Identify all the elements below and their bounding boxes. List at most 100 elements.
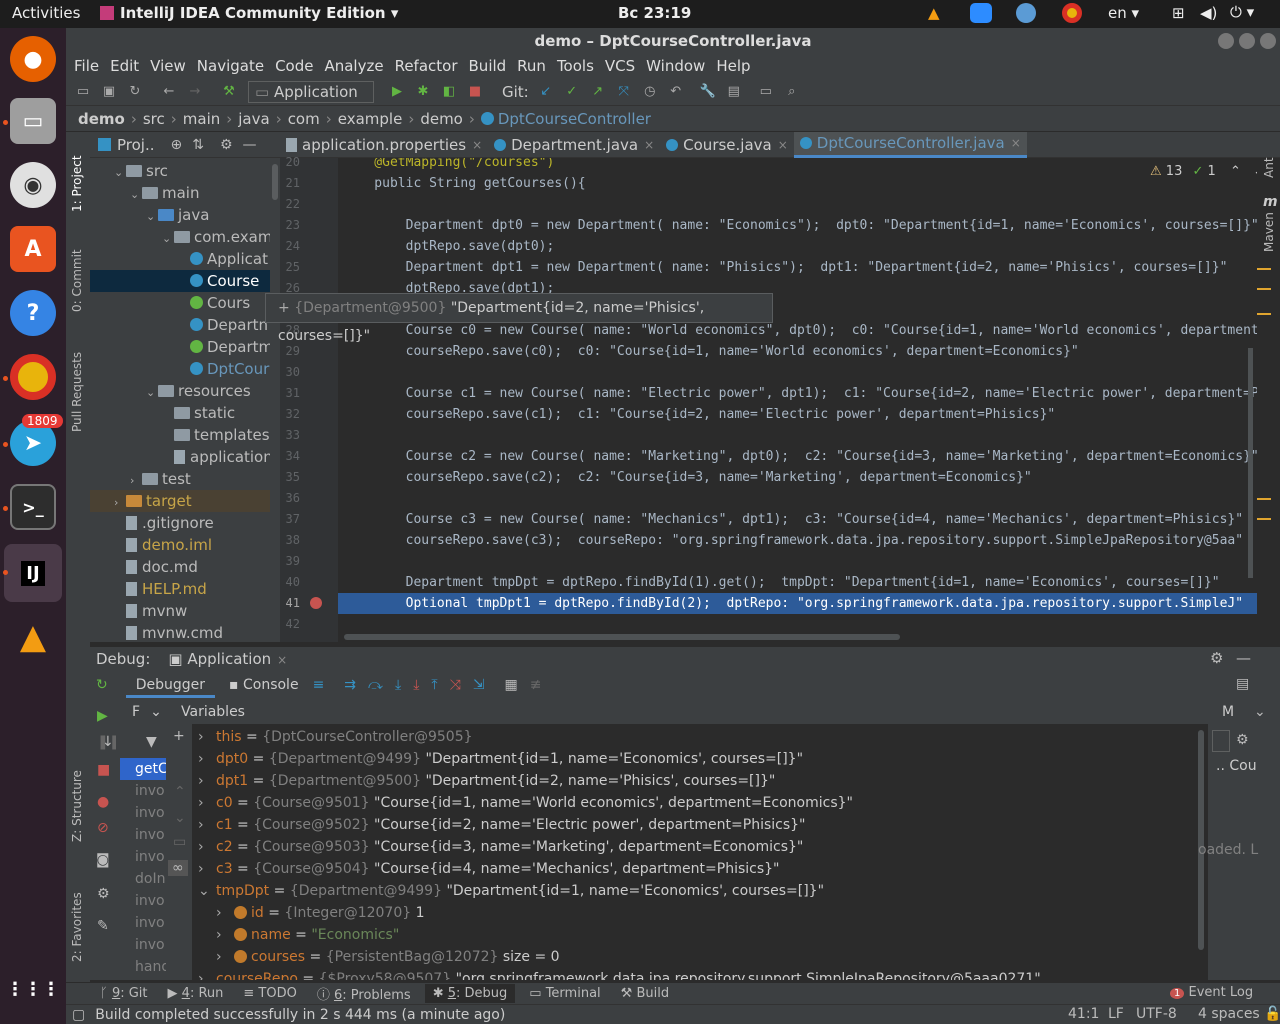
tab-department-java[interactable]: Department.java × (488, 132, 660, 158)
tool-tab-todo[interactable]: ≡ TODO (243, 986, 296, 1001)
activities-button[interactable]: Activities (12, 4, 80, 22)
chrome-icon[interactable] (10, 354, 56, 400)
editor-gutter[interactable]: 2021222324252627282930313233343536373839… (280, 155, 338, 642)
chevron-icon[interactable]: › (114, 492, 126, 512)
variables-scrollbar[interactable] (1198, 730, 1204, 950)
clock[interactable]: Вс 23:19 (618, 4, 691, 22)
tree-item[interactable]: Departn (90, 314, 270, 336)
firefox-icon[interactable]: ● (10, 36, 56, 82)
close-tab-icon[interactable]: × (644, 132, 654, 158)
tab-application-properties[interactable]: application.properties × (280, 132, 488, 158)
file-encoding[interactable]: UTF-8 (1136, 1006, 1177, 1022)
tab-course-java[interactable]: Course.java × (660, 132, 794, 158)
pin-icon[interactable]: ✎ (97, 918, 109, 934)
sync-icon[interactable]: ↻ (126, 83, 144, 101)
favorites-tool-button[interactable]: 2: Favorites (70, 892, 84, 962)
class-list-item[interactable]: .. Cou (1216, 758, 1257, 774)
menu-build[interactable]: Build (469, 57, 507, 75)
show-apps-icon[interactable]: ⋮⋮⋮ (6, 966, 60, 1012)
software-icon[interactable]: A (10, 226, 56, 272)
code-line[interactable]: courseRepo.save(c1); c1: "Course{id=2, n… (343, 404, 1056, 425)
up-icon[interactable]: ⌃ (174, 784, 186, 800)
tree-item[interactable]: mvnw (90, 600, 270, 622)
infinity-icon[interactable]: ∞ (168, 860, 188, 876)
force-step-into-icon[interactable]: ⤓ (413, 677, 419, 693)
copy-icon[interactable]: ▭ (173, 834, 186, 850)
code-line[interactable]: courseRepo.save(c0); c0: "Course{id=1, n… (343, 341, 1079, 362)
code-line[interactable]: public String getCourses(){ (343, 173, 585, 194)
gear-icon[interactable]: ⚙ (1210, 649, 1223, 667)
back-icon[interactable]: ← (160, 83, 178, 101)
tree-item[interactable]: Departm (90, 336, 270, 358)
history-icon[interactable]: ◷ (641, 83, 659, 101)
variable-row[interactable]: › courseRepo = {$Proxy58@9507} "org.spri… (198, 968, 1041, 980)
structure-tool-button[interactable]: Z: Structure (70, 770, 84, 842)
tree-item[interactable]: doc.md (90, 556, 270, 578)
tree-item[interactable]: HELP.md (90, 578, 270, 600)
commit-tool-button[interactable]: 0: Commit (70, 249, 84, 312)
filter-icon[interactable]: ▼ (146, 734, 157, 750)
debug-value-tooltip[interactable]: + {Department@9500} "Department{id=2, na… (265, 293, 773, 344)
menu-edit[interactable]: Edit (110, 57, 139, 75)
tree-item[interactable]: DptCour (90, 358, 270, 380)
chevron-right-icon[interactable]: › (198, 748, 216, 770)
caret-position[interactable]: 41:1 (1068, 1006, 1099, 1022)
tab-dptcoursecontroller-java[interactable]: DptCourseController.java × (793, 131, 1027, 158)
breadcrumb-item[interactable]: demo (420, 110, 463, 128)
mute-breakpoints-icon[interactable]: ⊘ (97, 820, 109, 836)
status-message[interactable]: Build completed successfully in 2 s 444 … (95, 1007, 505, 1023)
ant-tool-button[interactable]: Ant (1262, 157, 1276, 178)
chevron-icon[interactable]: ⌄ (114, 162, 126, 182)
breadcrumb-item[interactable]: DptCourseController (498, 110, 651, 128)
vlc-icon[interactable]: ▲ (10, 614, 56, 660)
project-tool-button[interactable]: 1: Project (70, 155, 84, 212)
frames-down-arrow-icon[interactable]: ↓ (102, 734, 114, 750)
chevron-icon[interactable]: ⌄ (146, 206, 158, 226)
run-config-select[interactable]: ▭ Application ▾ (248, 80, 374, 121)
maven-tool-button[interactable]: Maven (1262, 212, 1276, 252)
chrome-tray-icon[interactable] (1062, 3, 1082, 23)
inspection-widget[interactable]: ⚠ 13 ✓ 1 ⌃ ⌄ (1150, 164, 1264, 179)
debug-session-tab[interactable]: ▣ Application × (168, 650, 287, 668)
variable-row[interactable]: › c0 = {Course@9501} "Course{id=1, name=… (198, 792, 853, 814)
code-line[interactable]: Course c0 = new Course( name: "World eco… (343, 320, 1257, 341)
tree-item[interactable]: ⌄ java (90, 204, 270, 226)
chevron-right-icon[interactable]: › (198, 770, 216, 792)
stack-frame[interactable]: getC (120, 758, 166, 780)
help-icon[interactable]: ? (10, 290, 56, 336)
menu-navigate[interactable]: Navigate (197, 57, 264, 75)
gear-icon[interactable]: ⚙ (1236, 732, 1249, 748)
vlc-tray-icon[interactable]: ▲ (928, 4, 940, 22)
tree-item[interactable]: templates (90, 424, 270, 446)
tree-item[interactable]: application (90, 446, 270, 468)
run-icon[interactable]: ▶ (388, 83, 406, 101)
chevron-icon[interactable]: ⌄ (130, 184, 142, 204)
hide-icon[interactable]: — (1236, 649, 1251, 667)
project-view-select[interactable]: Proj.. (117, 136, 155, 154)
save-icon[interactable]: ▣ (100, 83, 118, 101)
stack-frame[interactable]: invo (120, 824, 166, 846)
zoom-tray-icon[interactable] (970, 3, 992, 23)
variable-row[interactable]: › name = "Economics" (216, 924, 399, 946)
code-line[interactable]: Course c3 = new Course( name: "Mechanics… (343, 509, 1243, 530)
project-structure-icon[interactable]: ▤ (725, 83, 743, 101)
tool-tab-problems[interactable]: ⓘ 6: Problems (317, 984, 411, 1003)
stop-icon[interactable]: ■ (466, 83, 484, 101)
tool-tab-run[interactable]: ▶ 4: Run (168, 986, 224, 1001)
build-hammer-icon[interactable]: ⚒ (220, 83, 238, 101)
menu-analyze[interactable]: Analyze (324, 57, 383, 75)
chevron-icon[interactable]: ⌄ (162, 228, 174, 248)
camera-icon[interactable]: ◙ (96, 852, 110, 868)
tree-item[interactable]: › target (90, 490, 270, 512)
evaluate-icon[interactable]: ▦ (505, 677, 518, 693)
frames-list-icon[interactable]: ≡ (313, 677, 325, 693)
variable-row[interactable]: › c2 = {Course@9503} "Course{id=3, name=… (198, 836, 803, 858)
chevron-right-icon[interactable]: › (198, 726, 216, 748)
chevron-down-icon[interactable]: ⌄ (198, 880, 216, 902)
close-tab-icon[interactable]: × (778, 132, 788, 158)
code-line[interactable]: courseRepo.save(c2); c2: "Course{id=3, n… (343, 467, 1032, 488)
stack-frame[interactable]: invo (120, 780, 166, 802)
event-log-button[interactable]: 1 Event Log (1170, 985, 1253, 1000)
tree-item[interactable]: Cours (90, 292, 270, 314)
tree-item[interactable]: Applicat (90, 248, 270, 270)
